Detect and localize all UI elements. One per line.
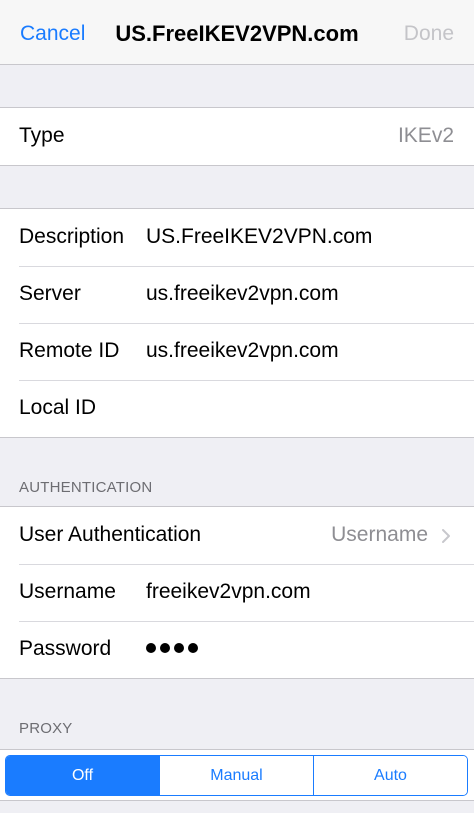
remote-id-row[interactable]: Remote ID us.freeikev2vpn.com bbox=[0, 323, 474, 380]
description-row[interactable]: Description US.FreeIKEV2VPN.com bbox=[0, 209, 474, 266]
username-label: Username bbox=[19, 580, 116, 603]
authentication-header: AUTHENTICATION bbox=[19, 479, 153, 496]
password-dot bbox=[160, 643, 170, 653]
user-authentication-label: User Authentication bbox=[19, 523, 202, 546]
proxy-bar: Off Manual Auto bbox=[0, 749, 474, 801]
password-row[interactable]: Password bbox=[0, 621, 474, 678]
proxy-option-manual[interactable]: Manual bbox=[159, 756, 313, 795]
description-label: Description bbox=[19, 225, 125, 248]
password-dot bbox=[174, 643, 184, 653]
authentication-group: User Authentication Username Username fr… bbox=[0, 506, 474, 679]
navigation-bar: Cancel US.FreeIKEV2VPN.com Done bbox=[0, 0, 474, 65]
user-authentication-value: Username bbox=[331, 523, 428, 546]
password-dot bbox=[188, 643, 198, 653]
password-label: Password bbox=[19, 637, 112, 660]
type-group: Type IKEv2 bbox=[0, 107, 474, 166]
proxy-option-off[interactable]: Off bbox=[6, 756, 159, 795]
proxy-header: PROXY bbox=[19, 720, 73, 737]
type-label: Type bbox=[19, 124, 65, 147]
connection-group: Description US.FreeIKEV2VPN.com Server u… bbox=[0, 208, 474, 438]
local-id-label: Local ID bbox=[19, 396, 97, 419]
password-field[interactable] bbox=[146, 643, 198, 653]
description-field[interactable]: US.FreeIKEV2VPN.com bbox=[146, 225, 372, 249]
server-row[interactable]: Server us.freeikev2vpn.com bbox=[0, 266, 474, 323]
remote-id-label: Remote ID bbox=[19, 339, 120, 362]
type-row[interactable]: Type IKEv2 bbox=[0, 108, 474, 165]
user-authentication-row[interactable]: User Authentication Username bbox=[0, 507, 474, 564]
remote-id-field[interactable]: us.freeikev2vpn.com bbox=[146, 339, 339, 363]
username-field[interactable]: freeikev2vpn.com bbox=[146, 580, 311, 604]
proxy-option-auto[interactable]: Auto bbox=[313, 756, 467, 795]
password-dot bbox=[146, 643, 156, 653]
username-row[interactable]: Username freeikev2vpn.com bbox=[0, 564, 474, 621]
done-button[interactable]: Done bbox=[404, 22, 454, 46]
proxy-segmented-control: Off Manual Auto bbox=[5, 755, 468, 796]
server-label: Server bbox=[19, 282, 81, 305]
local-id-row[interactable]: Local ID bbox=[0, 380, 474, 437]
chevron-right-icon bbox=[442, 529, 450, 543]
server-field[interactable]: us.freeikev2vpn.com bbox=[146, 282, 339, 306]
type-value: IKEv2 bbox=[397, 124, 454, 147]
